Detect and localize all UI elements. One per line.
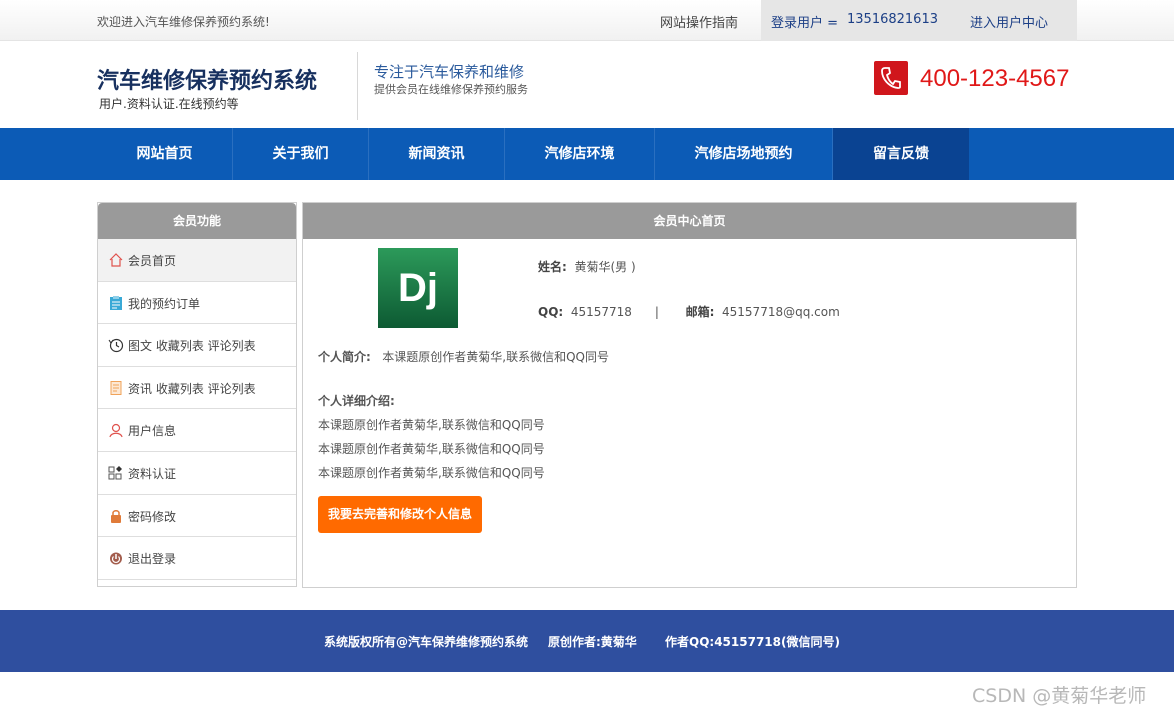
sidebar-item-change-password[interactable]: 密码修改 <box>98 495 296 538</box>
detail-line: 本课题原创作者黄菊华,联系微信和QQ同号 <box>318 418 545 432</box>
power-icon <box>108 550 124 566</box>
name-field: 姓名: 黄菊华(男 ) <box>538 258 636 275</box>
detail-line: 本课题原创作者黄菊华,联系微信和QQ同号 <box>318 442 545 456</box>
document-icon <box>108 380 124 396</box>
watermark: CSDN @黄菊华老师 <box>972 685 1147 707</box>
nav-news[interactable]: 新闻资讯 <box>369 128 505 180</box>
sidebar-item-verification[interactable]: 资料认证 <box>98 452 296 495</box>
nav-about[interactable]: 关于我们 <box>233 128 369 180</box>
nav-home[interactable]: 网站首页 <box>97 128 233 180</box>
grid-icon <box>108 465 124 481</box>
sidebar-item-news-favorites[interactable]: 资讯 收藏列表 评论列表 <box>98 367 296 410</box>
contact-field: QQ: 45157718 | 邮箱: 45157718@qq.com <box>538 303 840 320</box>
intro-value: 本课题原创作者黄菊华,联系微信和QQ同号 <box>382 350 609 364</box>
detail-label-text: 个人详细介绍: <box>318 394 395 408</box>
edit-profile-button[interactable]: 我要去完善和修改个人信息 <box>318 496 482 533</box>
intro-field: 个人简介: 本课题原创作者黄菊华,联系微信和QQ同号 <box>318 348 609 365</box>
history-icon <box>108 337 124 353</box>
nav-venue-booking[interactable]: 汽修店场地预约 <box>655 128 833 180</box>
sidebar-item-label: 退出登录 <box>128 552 177 567</box>
member-center-panel: 会员中心首页 Dj 姓名: 黄菊华(男 ) QQ: 45157718 | 邮箱:… <box>302 202 1077 588</box>
site-guide-link[interactable]: 网站操作指南 <box>660 12 738 31</box>
qq-label: QQ: <box>538 305 564 319</box>
lock-icon <box>108 508 124 524</box>
sidebar-item-my-orders[interactable]: 我的预约订单 <box>98 282 296 325</box>
clipboard-icon <box>108 295 124 311</box>
hotline-number: 400-123-4567 <box>920 65 1070 92</box>
site-title[interactable]: 汽车维修保养预约系统 <box>97 63 317 95</box>
nav-shop-environment[interactable]: 汽修店环境 <box>505 128 655 180</box>
sidebar-item-article-favorites[interactable]: 图文 收藏列表 评论列表 <box>98 324 296 367</box>
name-value: 黄菊华(男 ) <box>574 260 636 274</box>
panel-title: 会员中心首页 <box>303 203 1076 239</box>
welcome-text: 欢迎进入汽车维修保养预约系统! <box>97 15 270 29</box>
name-label: 姓名: <box>538 260 567 274</box>
top-bar: 欢迎进入汽车维修保养预约系统! 网站操作指南 登录用户 = 1351682161… <box>0 0 1174 41</box>
sidebar-item-user-info[interactable]: 用户信息 <box>98 409 296 452</box>
site-header: 汽车维修保养预约系统 用户.资料认证.在线预约等 专注于汽车保养和维修 提供会员… <box>0 41 1174 128</box>
detail-label: 个人详细介绍: <box>318 392 395 409</box>
sidebar-item-logout[interactable]: 退出登录 <box>98 537 296 580</box>
site-subtitle: 用户.资料认证.在线预约等 <box>99 97 239 111</box>
contact-separator: | <box>654 305 659 319</box>
home-icon <box>108 252 124 268</box>
user-box: 登录用户 = 13516821613 进入用户中心 <box>761 0 1077 41</box>
sidebar-item-label: 我的预约订单 <box>128 296 201 311</box>
slogan-sub: 提供会员在线维修保养预约服务 <box>374 83 528 96</box>
member-sidebar: 会员功能 会员首页 我的预约订单 图文 收藏列表 评论列表 资讯 收藏列表 评论… <box>97 202 297 587</box>
footer-qq: 作者QQ:45157718(微信同号) <box>665 635 840 649</box>
email-label: 邮箱: <box>685 305 715 319</box>
sidebar-item-label: 资讯 收藏列表 评论列表 <box>128 381 256 396</box>
sidebar-title: 会员功能 <box>98 203 296 239</box>
slogan-main: 专注于汽车保养和维修 <box>374 63 525 81</box>
main-nav: 网站首页 关于我们 新闻资讯 汽修店环境 汽修店场地预约 留言反馈 <box>0 128 1174 180</box>
footer-author: 原创作者:黄菊华 <box>548 635 637 649</box>
sidebar-item-label: 用户信息 <box>128 424 177 439</box>
phone-icon <box>874 61 908 95</box>
nav-feedback[interactable]: 留言反馈 <box>833 128 969 180</box>
sidebar-item-label: 资料认证 <box>128 466 177 481</box>
qq-value: 45157718 <box>570 305 632 319</box>
login-user-label: 登录用户 = <box>771 16 839 31</box>
user-center-link[interactable]: 进入用户中心 <box>970 12 1048 31</box>
sidebar-item-label: 会员首页 <box>128 254 177 268</box>
intro-label: 个人简介: <box>318 350 371 364</box>
sidebar-item-member-home[interactable]: 会员首页 <box>98 239 296 282</box>
sidebar-item-label: 图文 收藏列表 评论列表 <box>128 339 256 354</box>
header-divider <box>357 52 358 120</box>
site-footer: 系统版权所有@汽车保养维修预约系统 原创作者:黄菊华 作者QQ:45157718… <box>0 610 1174 672</box>
detail-line: 本课题原创作者黄菊华,联系微信和QQ同号 <box>318 466 545 480</box>
avatar: Dj <box>378 248 458 328</box>
user-icon <box>108 422 124 438</box>
sidebar-item-label: 密码修改 <box>128 509 177 524</box>
footer-copyright: 系统版权所有@汽车保养维修预约系统 <box>324 635 529 649</box>
login-username: 13516821613 <box>847 12 938 27</box>
email-value: 45157718@qq.com <box>722 305 840 319</box>
